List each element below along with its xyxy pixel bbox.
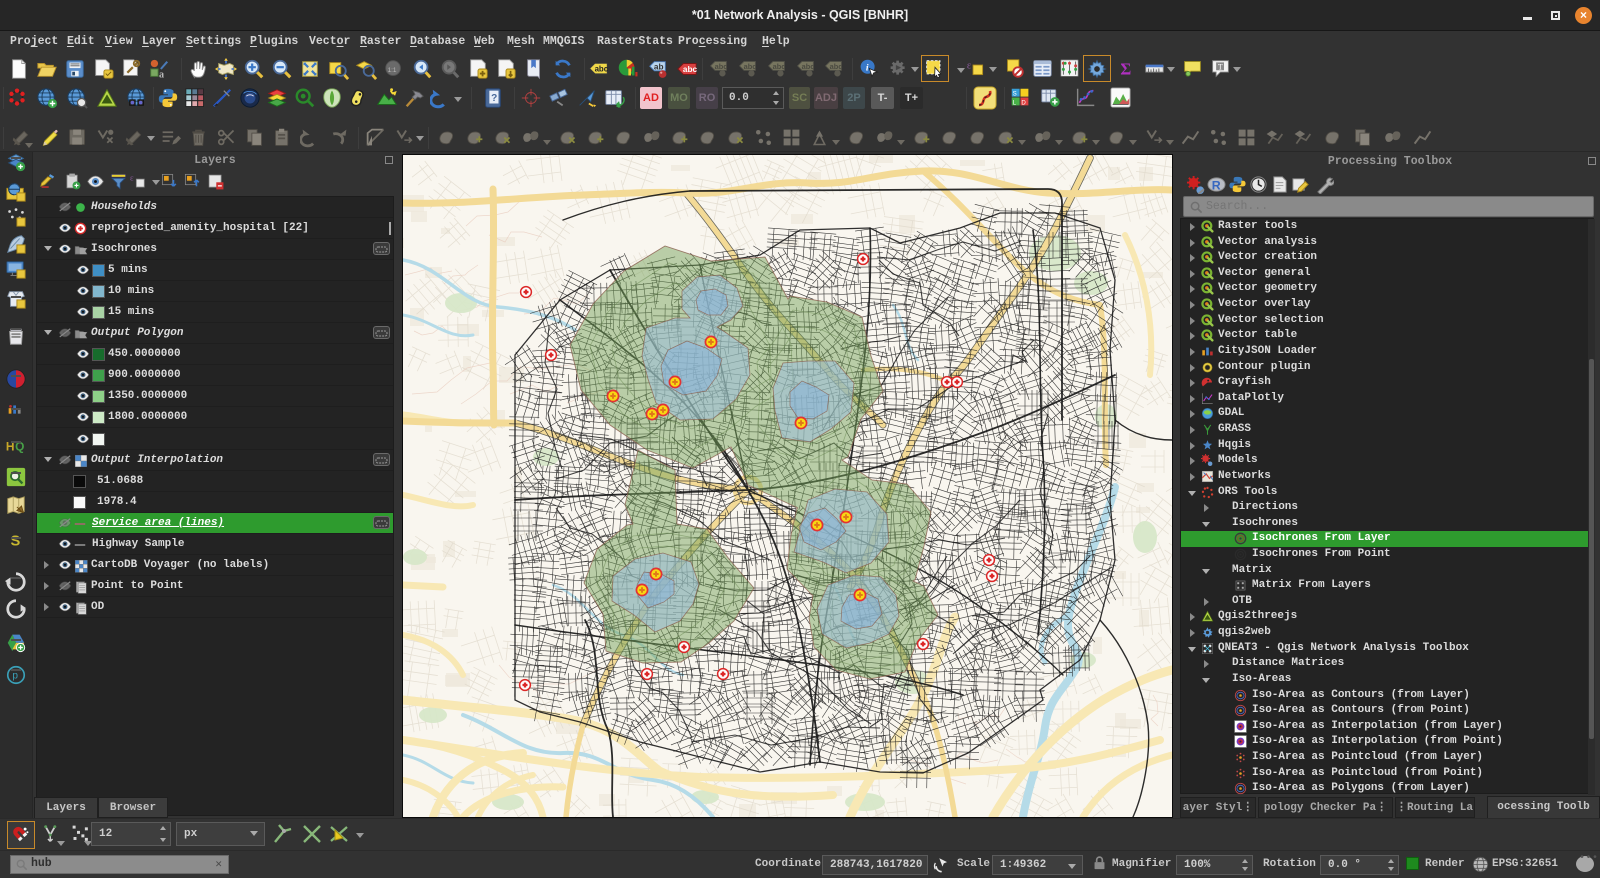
svg-text:ε: ε bbox=[967, 61, 972, 72]
svg-text:R: R bbox=[1212, 178, 1221, 192]
svg-text:S: S bbox=[1013, 90, 1017, 97]
svg-text:L: L bbox=[1013, 100, 1017, 107]
svg-text:ε: ε bbox=[130, 173, 134, 183]
svg-text:abc: abc bbox=[802, 62, 815, 71]
svg-text:ab: ab bbox=[654, 62, 664, 71]
svg-text:a: a bbox=[159, 69, 164, 80]
svg-text:D: D bbox=[1021, 100, 1026, 107]
svg-text:Σ: Σ bbox=[1120, 59, 1131, 78]
svg-text:T: T bbox=[1218, 62, 1223, 71]
svg-text:abc: abc bbox=[715, 62, 728, 71]
svg-text:?: ? bbox=[491, 93, 497, 104]
svg-text:abc: abc bbox=[744, 62, 757, 71]
svg-text:abc: abc bbox=[683, 65, 698, 74]
svg-text:p: p bbox=[12, 671, 18, 682]
svg-text:abc: abc bbox=[595, 65, 609, 74]
svg-text:abc: abc bbox=[773, 62, 786, 71]
svg-text:abc: abc bbox=[830, 62, 843, 71]
svg-text:1:1: 1:1 bbox=[388, 67, 397, 74]
svg-text:i: i bbox=[866, 62, 869, 73]
svg-text:S: S bbox=[11, 534, 21, 550]
